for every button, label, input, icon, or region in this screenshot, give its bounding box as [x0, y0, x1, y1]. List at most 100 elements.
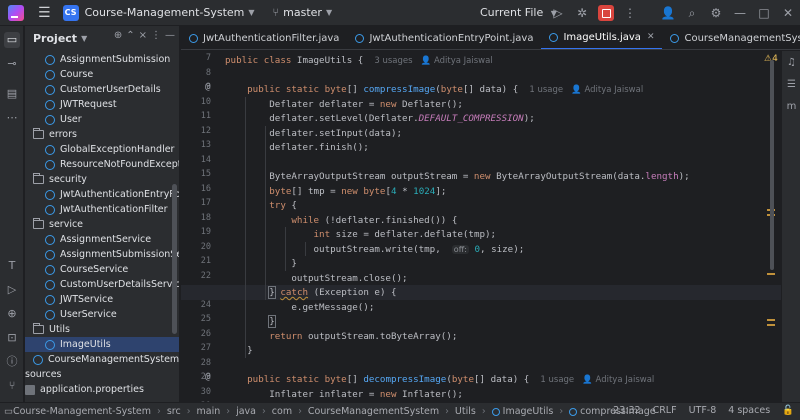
breadcrumb-item[interactable]: main: [197, 406, 221, 417]
code-line[interactable]: byte[] tmp = new byte[4 * 1024];: [225, 184, 446, 199]
line-number[interactable]: 11: [181, 111, 211, 121]
breadcrumb-item[interactable]: com: [272, 406, 292, 417]
editor-tab[interactable]: CourseManagementSystemApp: [662, 26, 800, 49]
editor-scrollbar[interactable]: [770, 60, 774, 270]
problems-icon[interactable]: ⓘ: [4, 354, 20, 370]
tree-item[interactable]: User: [25, 112, 179, 127]
line-number[interactable]: 19: [181, 227, 211, 237]
code-line[interactable]: public static byte[] compressImage(byte[…: [225, 82, 643, 97]
hide-icon[interactable]: —: [165, 30, 175, 41]
tree-item[interactable]: JWTService: [25, 292, 179, 307]
code-line[interactable]: }: [225, 343, 253, 358]
project-panel-title[interactable]: Project: [33, 32, 77, 45]
build-hammer-icon[interactable]: T: [4, 258, 20, 274]
branch-selector[interactable]: master: [283, 6, 322, 19]
project-selector[interactable]: Course-Management-System: [85, 6, 245, 19]
annotation-marker-icon[interactable]: @: [205, 372, 210, 382]
line-number[interactable]: 30: [181, 387, 211, 397]
breadcrumb-item[interactable]: Utils: [455, 406, 476, 417]
caret-position[interactable]: 23:32: [613, 405, 640, 416]
line-number[interactable]: 24: [181, 300, 211, 310]
code-line[interactable]: deflater.setInput(data);: [225, 126, 402, 141]
tree-item[interactable]: errors: [25, 127, 179, 142]
line-number[interactable]: 21: [181, 256, 211, 266]
locate-icon[interactable]: ⊕: [114, 30, 122, 41]
chevron-down-icon[interactable]: ▼: [248, 8, 254, 17]
line-number[interactable]: 12: [181, 126, 211, 136]
expand-icon[interactable]: ⌃: [126, 30, 134, 41]
structure-icon[interactable]: ▤: [4, 86, 20, 102]
code-line[interactable]: public static byte[] decompressImage(byt…: [225, 372, 654, 387]
code-line[interactable]: return outputStream.toByteArray();: [225, 329, 457, 344]
run-icon[interactable]: ▷: [546, 0, 570, 26]
editor-tab[interactable]: JwtAuthenticationEntryPoint.java: [347, 26, 541, 49]
tree-item[interactable]: AssignmentSubmission: [25, 52, 179, 67]
line-number[interactable]: 28: [181, 358, 211, 368]
line-number[interactable]: 13: [181, 140, 211, 150]
code-line[interactable]: Inflater inflater = new Inflater();: [225, 387, 463, 402]
more-icon[interactable]: ⋮: [151, 30, 161, 41]
code-line[interactable]: try {: [225, 198, 297, 213]
warning-marker[interactable]: [767, 319, 775, 321]
warning-marker[interactable]: [767, 324, 775, 326]
tree-item[interactable]: JwtAuthenticationEntryPoint: [25, 187, 179, 202]
tree-item[interactable]: Course: [25, 67, 179, 82]
breadcrumb-item[interactable]: src: [167, 406, 181, 417]
tree-item[interactable]: CustomerUserDetails: [25, 82, 179, 97]
code-line[interactable]: }: [225, 256, 297, 271]
code-line[interactable]: deflater.finish();: [225, 140, 369, 155]
code-line[interactable]: deflater.setLevel(Deflater.DEFAULT_COMPR…: [225, 111, 535, 126]
more-actions-icon[interactable]: ⋮: [618, 0, 642, 26]
tree-item[interactable]: service: [25, 217, 179, 232]
more-tools-icon[interactable]: ⋯: [4, 110, 20, 126]
terminal-icon[interactable]: ⊡: [4, 330, 20, 346]
line-number[interactable]: 18: [181, 213, 211, 223]
line-number[interactable]: 16: [181, 184, 211, 194]
tree-item[interactable]: CourseService: [25, 262, 179, 277]
tree-item[interactable]: AssignmentService: [25, 232, 179, 247]
code-line[interactable]: outputStream.close();: [225, 271, 407, 286]
run-tool-icon[interactable]: ▷: [4, 282, 20, 298]
code-line[interactable]: outputStream.write(tmp, off: 0, size);: [225, 242, 525, 257]
debug-icon[interactable]: ✲: [570, 0, 594, 26]
line-number[interactable]: 8: [181, 68, 211, 78]
settings-gear-icon[interactable]: ⚙: [704, 0, 728, 26]
project-scrollbar[interactable]: [172, 184, 177, 334]
tree-item[interactable]: sources: [25, 367, 179, 382]
close-icon[interactable]: ✕: [776, 0, 800, 26]
warning-marker[interactable]: [767, 273, 775, 275]
line-number[interactable]: 20: [181, 242, 211, 252]
line-number[interactable]: 15: [181, 169, 211, 179]
tree-item[interactable]: Utils: [25, 322, 179, 337]
code-line[interactable]: }: [225, 314, 276, 329]
notifications-bell-icon[interactable]: ♫: [785, 57, 798, 70]
minimize-icon[interactable]: —: [728, 0, 752, 26]
tree-item[interactable]: UserService: [25, 307, 179, 322]
tree-item[interactable]: AssignmentSubmissionService: [25, 247, 179, 262]
line-number[interactable]: 14: [181, 155, 211, 165]
code-line[interactable]: } catch (Exception e) {: [181, 285, 781, 300]
tree-item[interactable]: JWTRequest: [25, 97, 179, 112]
line-number[interactable]: 25: [181, 314, 211, 324]
indent-setting[interactable]: 4 spaces: [728, 405, 770, 416]
file-encoding[interactable]: UTF-8: [689, 405, 717, 416]
breadcrumb-item[interactable]: ImageUtils: [503, 406, 554, 417]
breadcrumb-item[interactable]: CourseManagementSystem: [308, 406, 439, 417]
chevron-down-icon[interactable]: ▼: [326, 8, 332, 17]
line-number[interactable]: 17: [181, 198, 211, 208]
git-icon[interactable]: ⑂: [4, 378, 20, 394]
code-line[interactable]: while (!deflater.finished()) {: [225, 213, 457, 228]
add-user-icon[interactable]: 👤: [656, 0, 680, 26]
commit-icon[interactable]: ⊸: [4, 56, 20, 72]
code-editor[interactable]: 7891011121314151617181920212223242526272…: [181, 51, 781, 402]
line-separator[interactable]: CRLF: [653, 405, 677, 416]
collapse-icon[interactable]: ×: [139, 30, 147, 41]
tree-item[interactable]: ResourceNotFoundException: [25, 157, 179, 172]
annotation-marker-icon[interactable]: @: [205, 82, 210, 92]
lock-icon[interactable]: 🔓: [782, 405, 794, 416]
tree-item[interactable]: CustomUserDetailsService: [25, 277, 179, 292]
chevron-down-icon[interactable]: ▼: [81, 34, 87, 43]
code-line[interactable]: public class ImageUtils { 3 usages 👤 Adi…: [225, 53, 493, 68]
line-number[interactable]: 27: [181, 343, 211, 353]
tree-item[interactable]: security: [25, 172, 179, 187]
